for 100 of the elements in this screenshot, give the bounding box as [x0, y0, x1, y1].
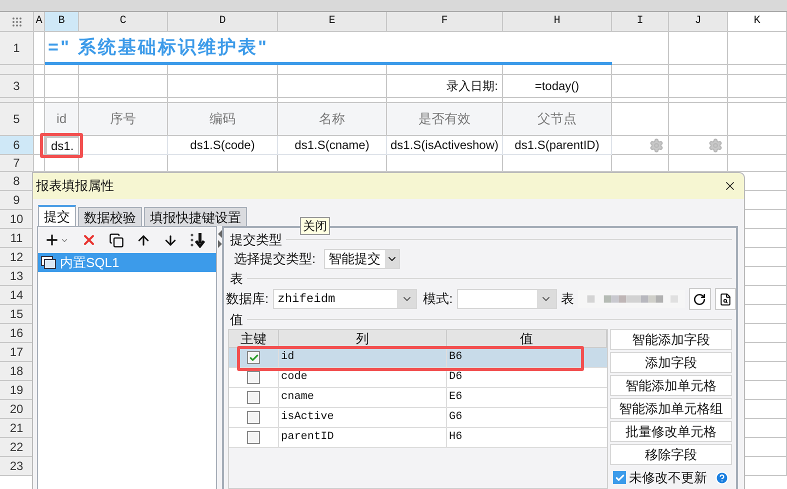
- sheet-cell[interactable]: [34, 75, 45, 98]
- sheet-cell[interactable]: [612, 98, 669, 103]
- checkbox[interactable]: [247, 411, 260, 424]
- sheet-cell[interactable]: ds1.S(code): [168, 136, 278, 155]
- arrow-down-icon[interactable]: [163, 232, 178, 248]
- column-header[interactable]: B: [45, 12, 79, 32]
- sheet-cell[interactable]: [669, 32, 728, 65]
- refresh-button[interactable]: [689, 288, 711, 310]
- column-header[interactable]: C: [79, 12, 168, 32]
- table-row[interactable]: id B6: [229, 348, 607, 368]
- sheet-cell[interactable]: [34, 65, 45, 75]
- table-row[interactable]: cname E6: [229, 388, 607, 408]
- sheet-cell[interactable]: [168, 65, 278, 75]
- delete-icon[interactable]: [81, 232, 97, 248]
- action-button[interactable]: 添加字段: [610, 352, 732, 373]
- sheet-cell[interactable]: [79, 136, 168, 155]
- collapse-right-icon[interactable]: [218, 240, 222, 248]
- sheet-cell[interactable]: [503, 65, 612, 75]
- checkbox[interactable]: [247, 351, 260, 364]
- collapse-left-icon[interactable]: [218, 230, 222, 238]
- action-button[interactable]: 智能添加单元格组: [610, 398, 732, 419]
- row-header[interactable]: 1: [0, 32, 34, 65]
- column-header[interactable]: J: [669, 12, 728, 32]
- sheet-cell[interactable]: ds1.S(parentID): [503, 136, 612, 155]
- row-header[interactable]: 12: [0, 248, 34, 267]
- row-header[interactable]: 21: [0, 419, 34, 438]
- tab[interactable]: 数据校验: [78, 207, 142, 226]
- sheet-cell[interactable]: [669, 103, 728, 136]
- sheet-cell[interactable]: [612, 103, 669, 136]
- sheet-cell[interactable]: [669, 65, 728, 75]
- column-header[interactable]: I: [612, 12, 669, 32]
- checkbox[interactable]: [613, 471, 626, 484]
- sheet-cell[interactable]: [669, 75, 728, 98]
- row-header[interactable]: [0, 65, 34, 75]
- row-header[interactable]: 17: [0, 343, 34, 362]
- sheet-cell[interactable]: 编码: [168, 103, 278, 136]
- sheet-cell[interactable]: id: [45, 103, 79, 136]
- checkbox[interactable]: [247, 371, 260, 384]
- add-menu-button[interactable]: [44, 232, 69, 248]
- tab[interactable]: 填报快捷键设置: [144, 207, 247, 226]
- sheet-cell[interactable]: 名称: [278, 103, 387, 136]
- row-header[interactable]: 8: [0, 172, 34, 191]
- sheet-cell[interactable]: [278, 75, 387, 98]
- sheet-cell[interactable]: [728, 103, 787, 136]
- sheet-cell[interactable]: [612, 65, 669, 75]
- sheet-cell[interactable]: [45, 65, 79, 75]
- row-header[interactable]: 11: [0, 229, 34, 248]
- sheet-cell[interactable]: [728, 32, 787, 65]
- preview-button[interactable]: [714, 288, 736, 310]
- row-header[interactable]: 5: [0, 103, 34, 136]
- sheet-cell[interactable]: [728, 75, 787, 98]
- row-header[interactable]: 23: [0, 457, 34, 476]
- sort-down-icon[interactable]: [190, 232, 206, 248]
- sheet-cell[interactable]: [669, 98, 728, 103]
- help-icon[interactable]: [715, 470, 729, 485]
- table-heading[interactable]: 值: [447, 330, 607, 347]
- action-button[interactable]: 移除字段: [610, 444, 732, 465]
- sheet-cell[interactable]: [728, 136, 787, 155]
- sheet-cell[interactable]: [168, 75, 278, 98]
- sheet-cell[interactable]: [387, 65, 503, 75]
- sheet-cell[interactable]: =today(): [503, 75, 612, 98]
- schema-select[interactable]: [456, 289, 557, 309]
- row-header[interactable]: 13: [0, 267, 34, 286]
- row-header[interactable]: 20: [0, 400, 34, 419]
- table-heading[interactable]: 列: [279, 330, 447, 347]
- checkbox[interactable]: [247, 431, 260, 444]
- row-header[interactable]: 16: [0, 324, 34, 343]
- sheet-cell[interactable]: 序号: [79, 103, 168, 136]
- row-header[interactable]: 22: [0, 438, 34, 457]
- row-header[interactable]: [0, 98, 34, 103]
- action-button[interactable]: 智能添加字段: [610, 329, 732, 350]
- sheet-cell[interactable]: [79, 75, 168, 98]
- sheet-cell[interactable]: [612, 75, 669, 98]
- row-header[interactable]: 10: [0, 210, 34, 229]
- sheet-cell[interactable]: 是否有效: [387, 103, 503, 136]
- action-button[interactable]: 批量修改单元格: [610, 421, 732, 442]
- sheet-cell[interactable]: [45, 75, 79, 98]
- select-all-corner[interactable]: [0, 12, 34, 32]
- row-header[interactable]: 3: [0, 75, 34, 98]
- column-header[interactable]: K: [728, 12, 787, 32]
- table-row[interactable]: parentID H6: [229, 428, 607, 448]
- sheet-cell[interactable]: ds1.: [45, 136, 79, 155]
- sheet-cell[interactable]: ds1.S(isActiveshow): [387, 136, 503, 155]
- column-header[interactable]: F: [387, 12, 503, 32]
- checkbox[interactable]: [247, 391, 260, 404]
- sheet-cell[interactable]: ds1.S(cname): [278, 136, 387, 155]
- sheet-cell[interactable]: [612, 32, 669, 65]
- column-header[interactable]: D: [168, 12, 278, 32]
- sheet-cell[interactable]: [669, 136, 728, 155]
- copy-icon[interactable]: [109, 232, 124, 248]
- sheet-cell[interactable]: 录入日期:: [387, 75, 503, 98]
- row-header[interactable]: 6: [0, 136, 34, 155]
- sheet-cell[interactable]: [612, 136, 669, 155]
- close-button[interactable]: [723, 179, 737, 193]
- action-button[interactable]: 智能添加单元格: [610, 375, 732, 396]
- row-header[interactable]: 18: [0, 362, 34, 381]
- sheet-cell[interactable]: [79, 65, 168, 75]
- sheet-cell[interactable]: [278, 65, 387, 75]
- row-header[interactable]: 7: [0, 155, 34, 172]
- column-header[interactable]: H: [503, 12, 612, 32]
